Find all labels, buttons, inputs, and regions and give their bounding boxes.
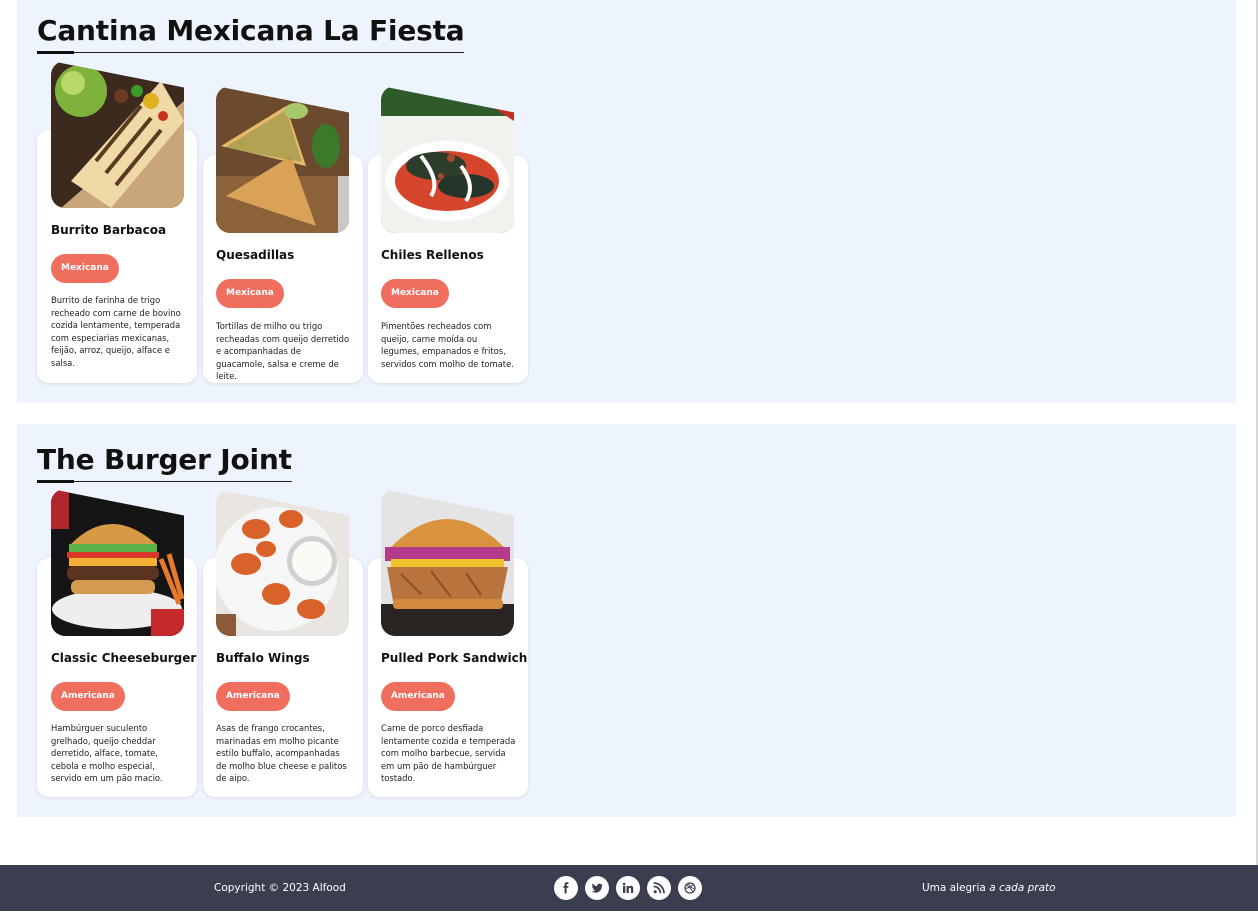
cheeseburger-photo <box>51 489 184 636</box>
dish-description: Carne de porco desfiada lentamente cozid… <box>381 723 516 784</box>
dish-name: Quesadillas <box>216 248 295 262</box>
social-links <box>554 876 702 900</box>
quesadillas-photo <box>216 86 349 233</box>
chiles-rellenos-photo <box>381 86 514 233</box>
buffalo-wings-photo <box>216 489 349 636</box>
dish-description: Tortillas de milho ou trigo recheadas co… <box>216 321 350 382</box>
category-tag: Mexicana <box>381 279 449 308</box>
category-tag: Americana <box>216 682 290 711</box>
category-tag: Mexicana <box>51 254 119 283</box>
dish-description: Burrito de farinha de trigo recheado com… <box>51 295 181 368</box>
dish-name: Pulled Pork Sandwich <box>381 651 528 665</box>
dribbble-icon[interactable] <box>678 876 702 900</box>
dish-name: Burrito Barbacoa <box>51 223 167 237</box>
pulled-pork-photo <box>381 489 514 636</box>
dish-name: Buffalo Wings <box>216 651 310 665</box>
dish-name: Classic Cheeseburger <box>51 651 197 665</box>
facebook-icon[interactable] <box>554 876 578 900</box>
dish-description: Hambúrguer suculento grelhado, queijo ch… <box>51 723 163 784</box>
restaurant-section: The Burger Joint Classic Cheeseburger Am… <box>17 424 1236 817</box>
tagline: Uma alegria a cada prato <box>922 882 1056 894</box>
linkedin-icon[interactable] <box>616 876 640 900</box>
burrito-photo <box>51 61 184 208</box>
restaurant-section: Cantina Mexicana La Fiesta Burrito Barba… <box>17 0 1236 403</box>
category-tag: Americana <box>51 682 125 711</box>
twitter-icon[interactable] <box>585 876 609 900</box>
tagline-prefix: Uma alegria <box>922 882 986 894</box>
dish-description: Pimentões recheados com queijo, carne mo… <box>381 321 514 369</box>
footer: Copyright © 2023 Alfood Uma alegria a ca… <box>0 865 1258 911</box>
copyright-text: Copyright © 2023 Alfood <box>214 882 346 894</box>
category-tag: Americana <box>381 682 455 711</box>
tagline-emphasis: a cada prato <box>989 882 1056 894</box>
dish-description: Asas de frango crocantes, marinadas em m… <box>216 723 347 784</box>
category-tag: Mexicana <box>216 279 284 308</box>
dish-name: Chiles Rellenos <box>381 248 484 262</box>
rss-icon[interactable] <box>647 876 671 900</box>
restaurant-title: Cantina Mexicana La Fiesta <box>37 17 465 54</box>
restaurant-title: The Burger Joint <box>37 446 292 483</box>
